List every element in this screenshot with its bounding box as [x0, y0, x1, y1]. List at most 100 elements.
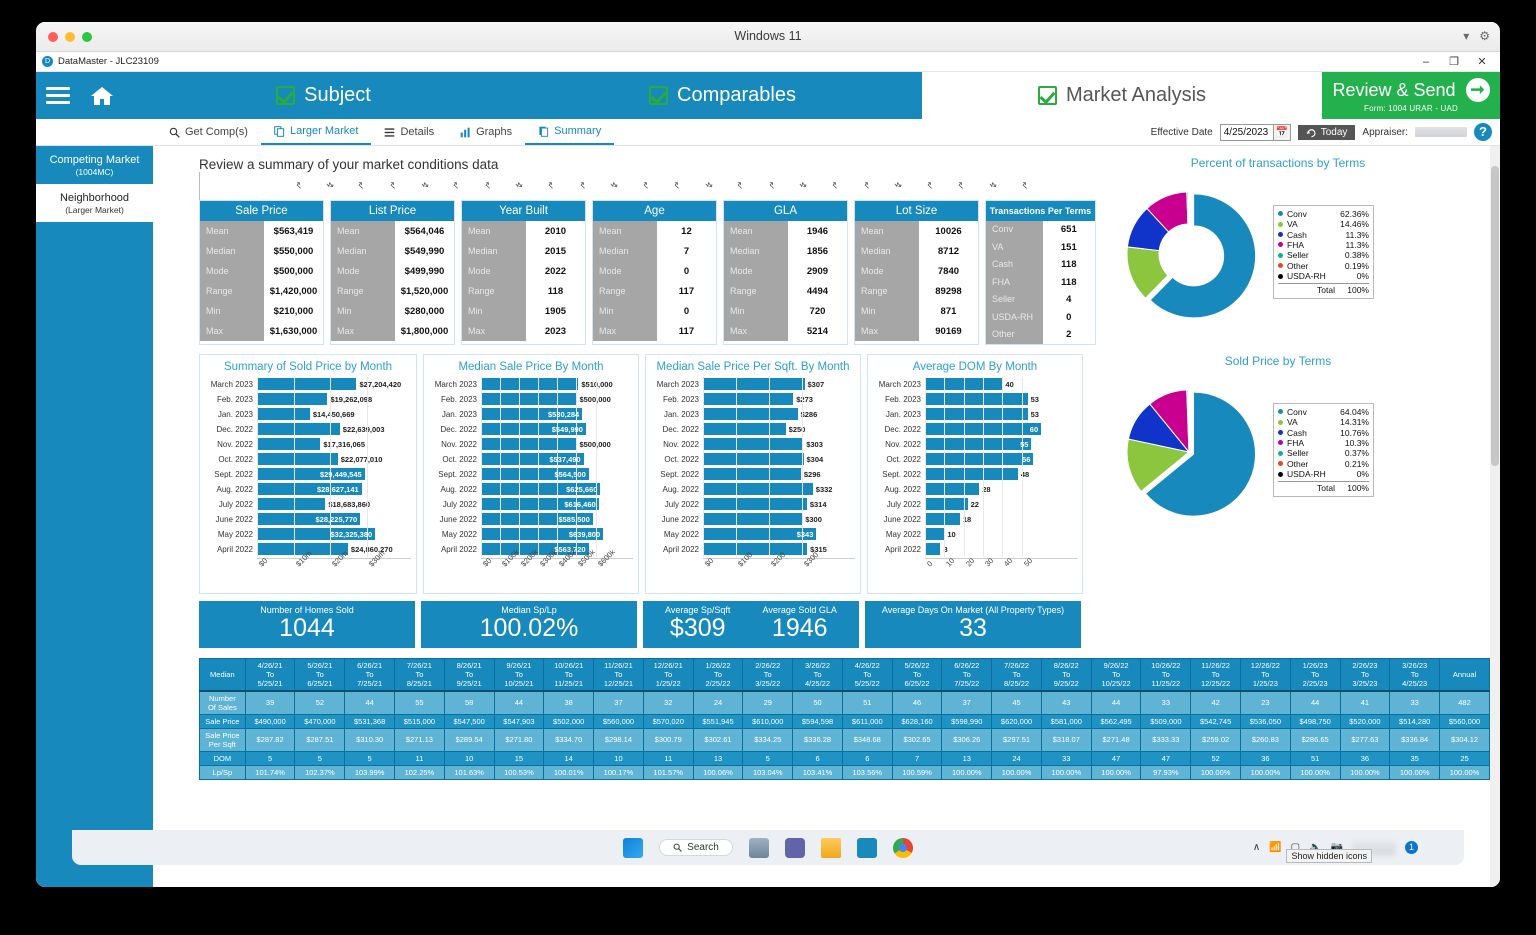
legend-item[interactable]: USDA-RH0%: [1278, 469, 1369, 479]
tab-market-analysis[interactable]: Market Analysis: [922, 72, 1322, 119]
sidebar-item-competing-market[interactable]: Competing Market (1004MC): [36, 146, 153, 184]
bar-fill[interactable]: [925, 393, 1028, 405]
pie-chart-svg[interactable]: [1113, 172, 1273, 332]
bar-fill[interactable]: [925, 528, 944, 540]
bar-fill[interactable]: [481, 393, 576, 405]
legend-item[interactable]: USDA-RH0%: [1278, 271, 1369, 281]
teams-icon[interactable]: [785, 838, 805, 858]
start-button-icon[interactable]: [623, 838, 643, 858]
legend-item[interactable]: Seller0.37%: [1278, 448, 1369, 458]
taskbar-search[interactable]: Search: [659, 839, 733, 856]
calendar-icon[interactable]: 📅: [1274, 124, 1291, 141]
bar-fill[interactable]: [703, 393, 793, 405]
legend-label: VA: [1287, 219, 1335, 229]
close-button[interactable]: ✕: [1468, 54, 1496, 70]
notification-badge-icon[interactable]: 1: [1405, 841, 1418, 854]
bar-track: $500,000: [481, 437, 633, 452]
legend-item[interactable]: Other0.19%: [1278, 261, 1369, 271]
bar-category-label: Nov. 2022: [205, 440, 257, 449]
scrollbar-thumb[interactable]: [1491, 166, 1499, 466]
legend-item[interactable]: Conv64.04%: [1278, 407, 1369, 417]
bar-fill[interactable]: [257, 408, 310, 420]
minimize-button[interactable]: –: [1412, 54, 1440, 70]
bar-category-label: Sept. 2022: [873, 470, 925, 479]
toolbar-item-larger-market[interactable]: Larger Market: [261, 119, 371, 145]
chart-gridline: [944, 482, 945, 497]
chrome-icon[interactable]: [893, 838, 913, 858]
legend-item[interactable]: FHA10.3%: [1278, 438, 1369, 448]
bar-fill[interactable]: [925, 468, 1018, 480]
bar-fill[interactable]: [481, 378, 578, 390]
legend-item[interactable]: VA14.46%: [1278, 219, 1369, 229]
bar-fill[interactable]: [703, 423, 786, 435]
bar-value-label: $14,450,669: [313, 410, 355, 419]
bar-fill[interactable]: [703, 468, 801, 480]
folder-icon[interactable]: [821, 838, 841, 858]
bar-fill[interactable]: [925, 483, 979, 495]
chart-bars: March 202340Feb. 202353Jan. 202353Dec. 2…: [873, 377, 1077, 557]
help-icon[interactable]: ?: [1474, 123, 1492, 141]
bar-fill[interactable]: [703, 453, 804, 465]
bar-fill[interactable]: [703, 438, 803, 450]
bar-fill[interactable]: [925, 453, 1033, 465]
bar-fill[interactable]: [925, 543, 940, 555]
bar-fill[interactable]: [703, 378, 805, 390]
bar-fill[interactable]: [257, 393, 327, 405]
review-and-send-button[interactable]: Review & Send ➞ Form: 1004 URAR - UAD: [1322, 72, 1500, 119]
bar-fill[interactable]: [257, 498, 325, 510]
bar-fill[interactable]: [703, 513, 802, 525]
legend-item[interactable]: Seller0.38%: [1278, 250, 1369, 260]
legend-item[interactable]: Other0.21%: [1278, 459, 1369, 469]
network-icon[interactable]: 📶: [1269, 842, 1281, 853]
tab-comparables[interactable]: Comparables: [523, 72, 922, 119]
bar-fill[interactable]: [257, 378, 356, 390]
maximize-button[interactable]: ❐: [1440, 54, 1468, 70]
window-buttons[interactable]: – ❐ ✕: [1412, 54, 1496, 70]
hamburger-menu-icon[interactable]: [36, 72, 80, 119]
toolbar-item-get-comps[interactable]: Get Comp(s): [156, 119, 261, 145]
show-hidden-icons-chevron[interactable]: ∧: [1253, 842, 1260, 853]
effective-date-input[interactable]: [1220, 124, 1274, 141]
datamaster-taskbar-icon[interactable]: [857, 838, 877, 858]
legend-item[interactable]: Cash11.3%: [1278, 229, 1369, 239]
legend-item[interactable]: Cash10.76%: [1278, 427, 1369, 437]
legend-item[interactable]: Conv62.36%: [1278, 209, 1369, 219]
toolbar-item-summary[interactable]: Summary: [525, 119, 614, 145]
file-explorer-icon[interactable]: [749, 838, 769, 858]
bar-fill[interactable]: [257, 423, 340, 435]
bar-fill[interactable]: [703, 498, 807, 510]
bar-category-label: July 2022: [205, 500, 257, 509]
legend-item[interactable]: FHA11.3%: [1278, 240, 1369, 250]
chart-gridline: [500, 542, 501, 557]
table-cell: $502,000: [544, 714, 594, 728]
gear-icon[interactable]: ⚙: [1479, 29, 1490, 43]
stat-row-key: Range: [462, 281, 526, 301]
legend-value: 0.37%: [1335, 448, 1369, 458]
vertical-scrollbar[interactable]: [1490, 146, 1500, 887]
legend-item[interactable]: VA14.31%: [1278, 417, 1369, 427]
today-button[interactable]: Today: [1298, 125, 1356, 140]
toolbar-item-details[interactable]: Details: [371, 119, 447, 145]
table-row: NumberOf Sales39524455584438373224295051…: [200, 691, 1490, 715]
home-icon[interactable]: [80, 72, 124, 119]
bar-fill[interactable]: [481, 438, 576, 450]
pie-slice-other[interactable]: [1188, 192, 1189, 224]
bar-fill[interactable]: [925, 513, 960, 525]
bar-fill[interactable]: [703, 483, 813, 495]
bar-fill[interactable]: [925, 408, 1028, 420]
tab-subject[interactable]: Subject: [124, 72, 523, 119]
toolbar-item-graphs[interactable]: Graphs: [447, 119, 525, 145]
chart-gridline: [983, 467, 984, 482]
bar-fill[interactable]: [257, 453, 338, 465]
bar-fill[interactable]: [703, 543, 807, 555]
pie-chart-svg[interactable]: [1113, 370, 1273, 530]
table-cell: $271.13: [395, 728, 445, 751]
stat-row-value: 117: [657, 286, 716, 297]
chevron-down-icon[interactable]: ▾: [1463, 29, 1469, 43]
bar-fill[interactable]: [925, 498, 968, 510]
bar-fill[interactable]: [925, 438, 1031, 450]
sidebar-item-neighborhood[interactable]: Neighborhood (Larger Market): [36, 184, 153, 222]
bar-fill[interactable]: [257, 438, 320, 450]
bar-fill[interactable]: [703, 408, 798, 420]
bar-track: 22: [925, 497, 1077, 512]
